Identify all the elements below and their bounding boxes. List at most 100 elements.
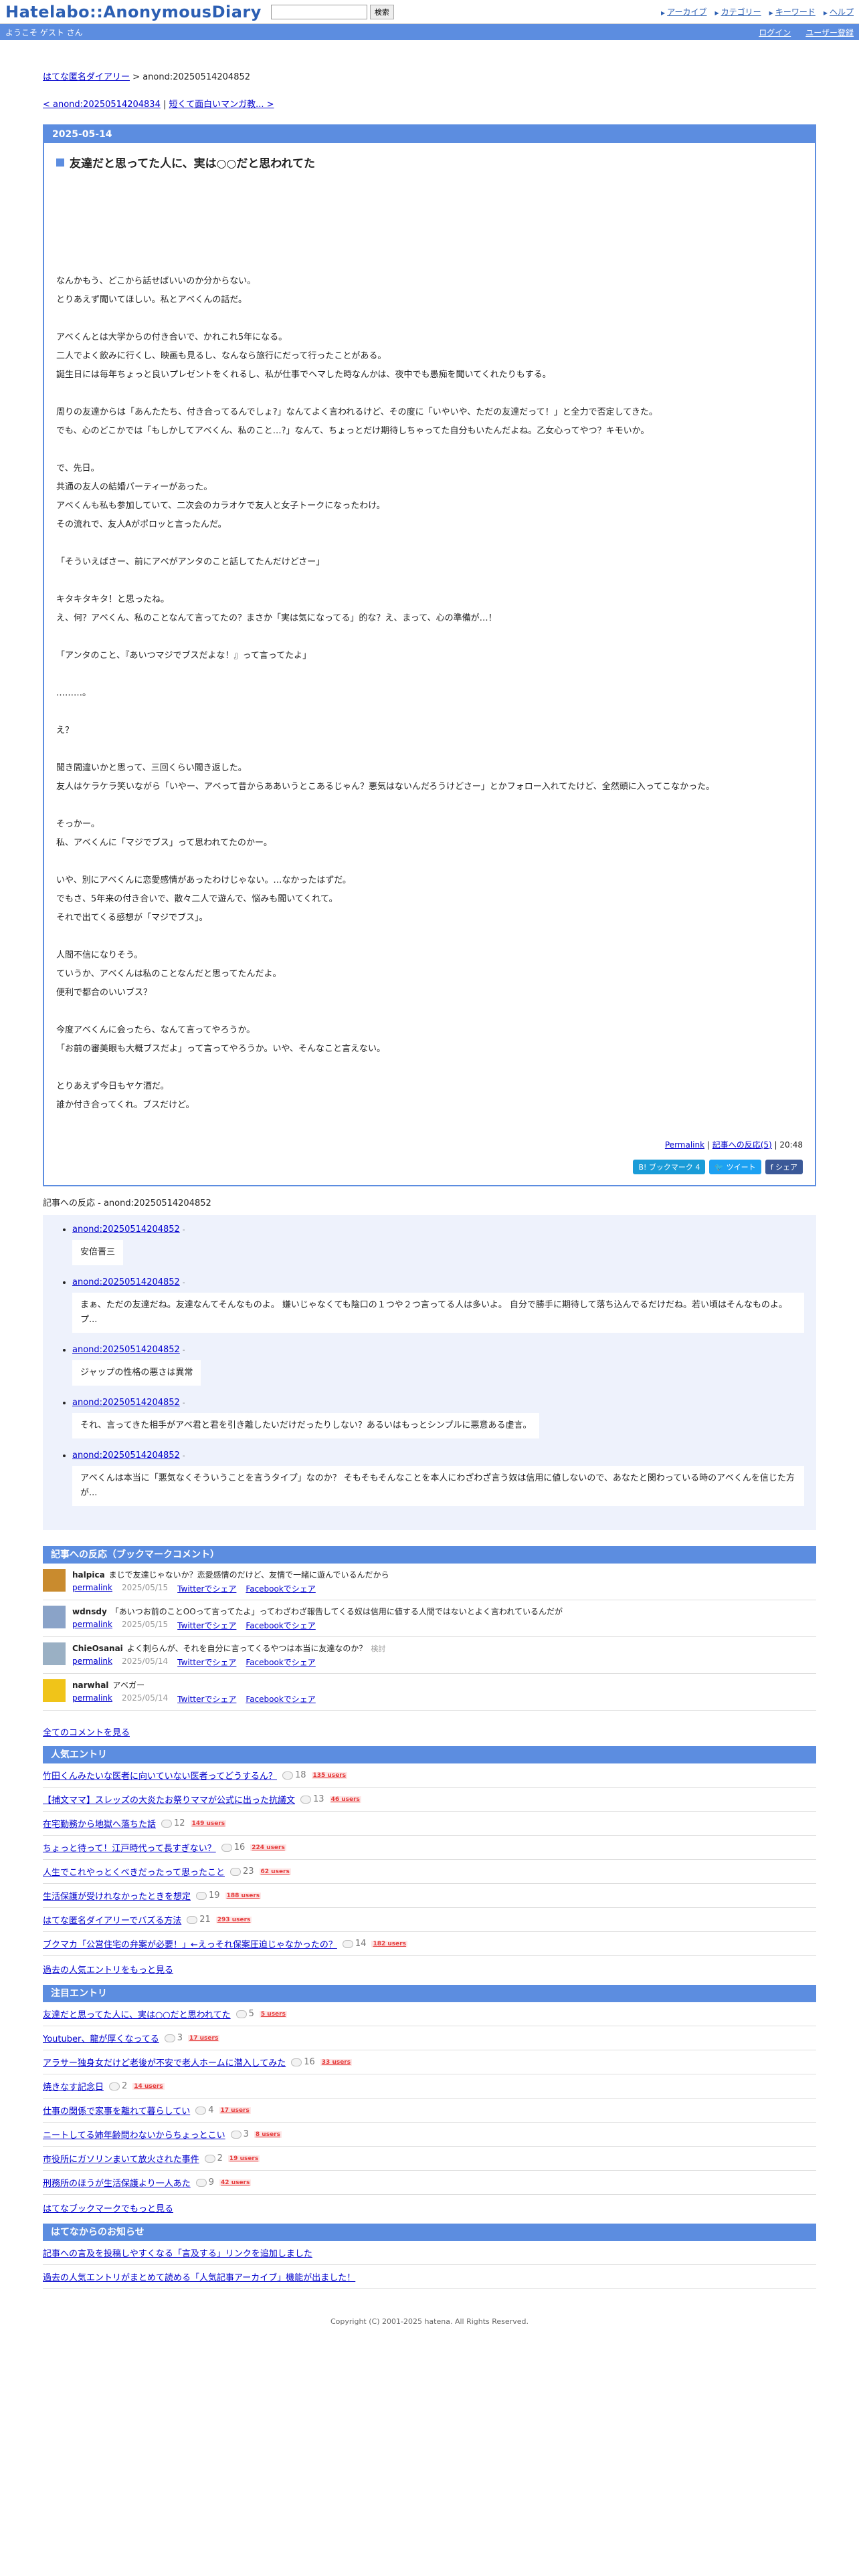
tweet-button[interactable]: 🐦 ツイート [709, 1160, 761, 1174]
permalink-link[interactable]: Permalink [665, 1140, 704, 1150]
comment-count[interactable]: 19 [196, 1891, 220, 1901]
comment-count[interactable]: 16 [221, 1842, 245, 1852]
comment-count[interactable]: 21 [187, 1915, 211, 1925]
twitter-share-link[interactable]: Twitterでシェア [177, 1693, 236, 1705]
facebook-share-link[interactable]: Facebookでシェア [246, 1583, 315, 1594]
entry-link[interactable]: はてな匿名ダイアリーでバズる方法 [43, 1913, 181, 1926]
entry-link[interactable]: 生活保護が受けれなかったときを想定 [43, 1889, 191, 1902]
entry-link[interactable]: 仕事の関係で家事を離れて暮らしてい [43, 2104, 190, 2117]
entry-link[interactable]: 在宅勤務から地獄へ落ちた話 [43, 1817, 156, 1830]
comment-count[interactable]: 9 [195, 2177, 214, 2187]
comment-count[interactable]: 18 [282, 1770, 306, 1780]
bookmark-permalink[interactable]: permalink [72, 1693, 112, 1705]
users-badge[interactable]: 17 users [219, 2107, 251, 2114]
prev-entry-link[interactable]: < anond:20250514204834 [43, 100, 161, 110]
comment-count[interactable]: 3 [164, 2033, 183, 2043]
facebook-share-link[interactable]: Facebookでシェア [246, 1656, 315, 1668]
avatar[interactable] [43, 1679, 66, 1702]
entry-link[interactable]: ブクマカ「公営住宅の弁案が必要！」←えっそれ保案圧迫じゃなかったの？ [43, 1937, 337, 1950]
users-badge[interactable]: 62 users [259, 1868, 291, 1875]
users-badge[interactable]: 135 users [311, 1772, 348, 1779]
comment-count[interactable]: 2 [109, 2081, 127, 2091]
users-badge[interactable]: 224 users [250, 1844, 286, 1851]
comment-count[interactable]: 14 [342, 1939, 366, 1949]
twitter-share-link[interactable]: Twitterでシェア [177, 1656, 236, 1668]
users-badge[interactable]: 188 users [225, 1892, 262, 1899]
comment-count[interactable]: 23 [229, 1866, 254, 1876]
facebook-share-button[interactable]: f シェア [765, 1160, 803, 1174]
nav-keyword-link[interactable]: キーワード [769, 6, 816, 17]
register-link[interactable]: ユーザー登録 [805, 27, 854, 38]
users-badge[interactable]: 8 users [254, 2131, 282, 2138]
entry-link[interactable]: アラサー独身女だけど老後が不安で老人ホームに潜入してみた [43, 2056, 286, 2068]
users-badge[interactable]: 46 users [329, 1796, 361, 1803]
reaction-link[interactable]: anond:20250514204852 [72, 1277, 180, 1287]
entry-link[interactable]: 刑務所のほうが生活保護より一人あた [43, 2176, 191, 2189]
comment-count[interactable]: 13 [300, 1794, 324, 1804]
entry-link[interactable]: Youtuber、龍が厚くなってる [43, 2032, 159, 2044]
nav-help-link[interactable]: ヘルプ [824, 6, 854, 17]
comment-count[interactable]: 12 [161, 1818, 185, 1828]
comment-count[interactable]: 2 [204, 2153, 223, 2163]
bookmark-tag[interactable]: 検討 [371, 1644, 385, 1653]
reaction-link[interactable]: anond:20250514204852 [72, 1451, 180, 1461]
bookmark-permalink[interactable]: permalink [72, 1656, 112, 1668]
twitter-share-link[interactable]: Twitterでシェア [177, 1620, 236, 1631]
users-badge[interactable]: 17 users [187, 2034, 220, 2042]
users-badge[interactable]: 19 users [227, 2155, 260, 2162]
bookmark-user[interactable]: wdnsdy [72, 1607, 107, 1616]
news-link[interactable]: 記事への言及を投稿しやすくなる「言及する」リンクを追加しました [43, 2246, 312, 2259]
reaction-expand-icon[interactable]: - [183, 1279, 185, 1287]
bookmark-user[interactable]: halpica [72, 1570, 105, 1580]
users-badge[interactable]: 182 users [371, 1940, 408, 1947]
reaction-link[interactable]: anond:20250514204852 [72, 1224, 180, 1235]
entry-link[interactable]: 友達だと思ってた人に、実は○○だと思われてた [43, 2008, 231, 2020]
avatar[interactable] [43, 1569, 66, 1592]
bookmark-user[interactable]: narwhal [72, 1681, 108, 1690]
featured-more-link[interactable]: はてなブックマークでもっと見る [43, 2204, 173, 2214]
search-button[interactable]: 検索 [369, 4, 394, 19]
hatena-bookmark-button[interactable]: B! ブックマーク 4 [633, 1160, 706, 1174]
comment-count[interactable]: 5 [235, 2009, 254, 2019]
users-badge[interactable]: 33 users [320, 2058, 353, 2066]
reactions-link[interactable]: 記事への反応(5) [712, 1140, 772, 1150]
entry-link[interactable]: 竹田くんみたいな医者に向いていない医者ってどうするん？ [43, 1769, 277, 1782]
next-entry-link[interactable]: 短くて面白いマンガ教... > [169, 100, 274, 110]
bookmark-permalink[interactable]: permalink [72, 1620, 112, 1631]
nav-category-link[interactable]: カテゴリー [714, 6, 761, 17]
facebook-share-link[interactable]: Facebookでシェア [246, 1620, 315, 1631]
avatar[interactable] [43, 1642, 66, 1665]
users-badge[interactable]: 293 users [215, 1916, 252, 1923]
entry-link[interactable]: ニートしてる姉年齢問わないからちょっとこい [43, 2128, 225, 2141]
nav-archive-link[interactable]: アーカイブ [661, 6, 706, 17]
site-logo[interactable]: Hatelabo::AnonymousDiary [5, 3, 262, 21]
entry-link[interactable]: 人生でこれやっとくべきだったって思ったこと [43, 1865, 225, 1878]
entry-link[interactable]: 市役所にガソリンまいて放火された事件 [43, 2152, 199, 2165]
comment-count[interactable]: 3 [230, 2129, 249, 2139]
login-link[interactable]: ログイン [759, 27, 791, 38]
users-badge[interactable]: 14 users [132, 2082, 165, 2090]
users-badge[interactable]: 149 users [190, 1820, 227, 1827]
entry-link[interactable]: 【捕文ママ】スレッズの大炎たお祭りママが公式に出った抗議文 [43, 1793, 295, 1806]
bookmark-user[interactable]: ChieOsanai [72, 1644, 123, 1653]
users-badge[interactable]: 42 users [219, 2179, 252, 2186]
avatar[interactable] [43, 1606, 66, 1628]
reaction-expand-icon[interactable]: - [183, 1453, 185, 1460]
popular-more-link[interactable]: 過去の人気エントリをもっと見る [43, 1965, 173, 1975]
twitter-share-link[interactable]: Twitterでシェア [177, 1583, 236, 1594]
all-comments-link[interactable]: 全てのコメントを見る [43, 1728, 130, 1738]
reaction-expand-icon[interactable]: - [183, 1226, 185, 1234]
facebook-share-link[interactable]: Facebookでシェア [246, 1693, 315, 1705]
reaction-link[interactable]: anond:20250514204852 [72, 1345, 180, 1355]
reaction-expand-icon[interactable]: - [183, 1347, 185, 1354]
news-link[interactable]: 過去の人気エントリがまとめて読める「人気記事アーカイブ」機能が出ました！ [43, 2270, 355, 2283]
entry-link[interactable]: 焼きなす記念日 [43, 2080, 104, 2092]
users-badge[interactable]: 5 users [259, 2010, 287, 2018]
reaction-expand-icon[interactable]: - [183, 1400, 185, 1407]
entry-link[interactable]: ちょっと待って！江戸時代って長すぎない？ [43, 1841, 216, 1854]
search-input[interactable] [270, 4, 367, 19]
comment-count[interactable]: 16 [291, 2057, 315, 2067]
comment-count[interactable]: 4 [195, 2105, 214, 2115]
breadcrumb-home-link[interactable]: はてな匿名ダイアリー [43, 72, 130, 82]
bookmark-permalink[interactable]: permalink [72, 1583, 112, 1594]
